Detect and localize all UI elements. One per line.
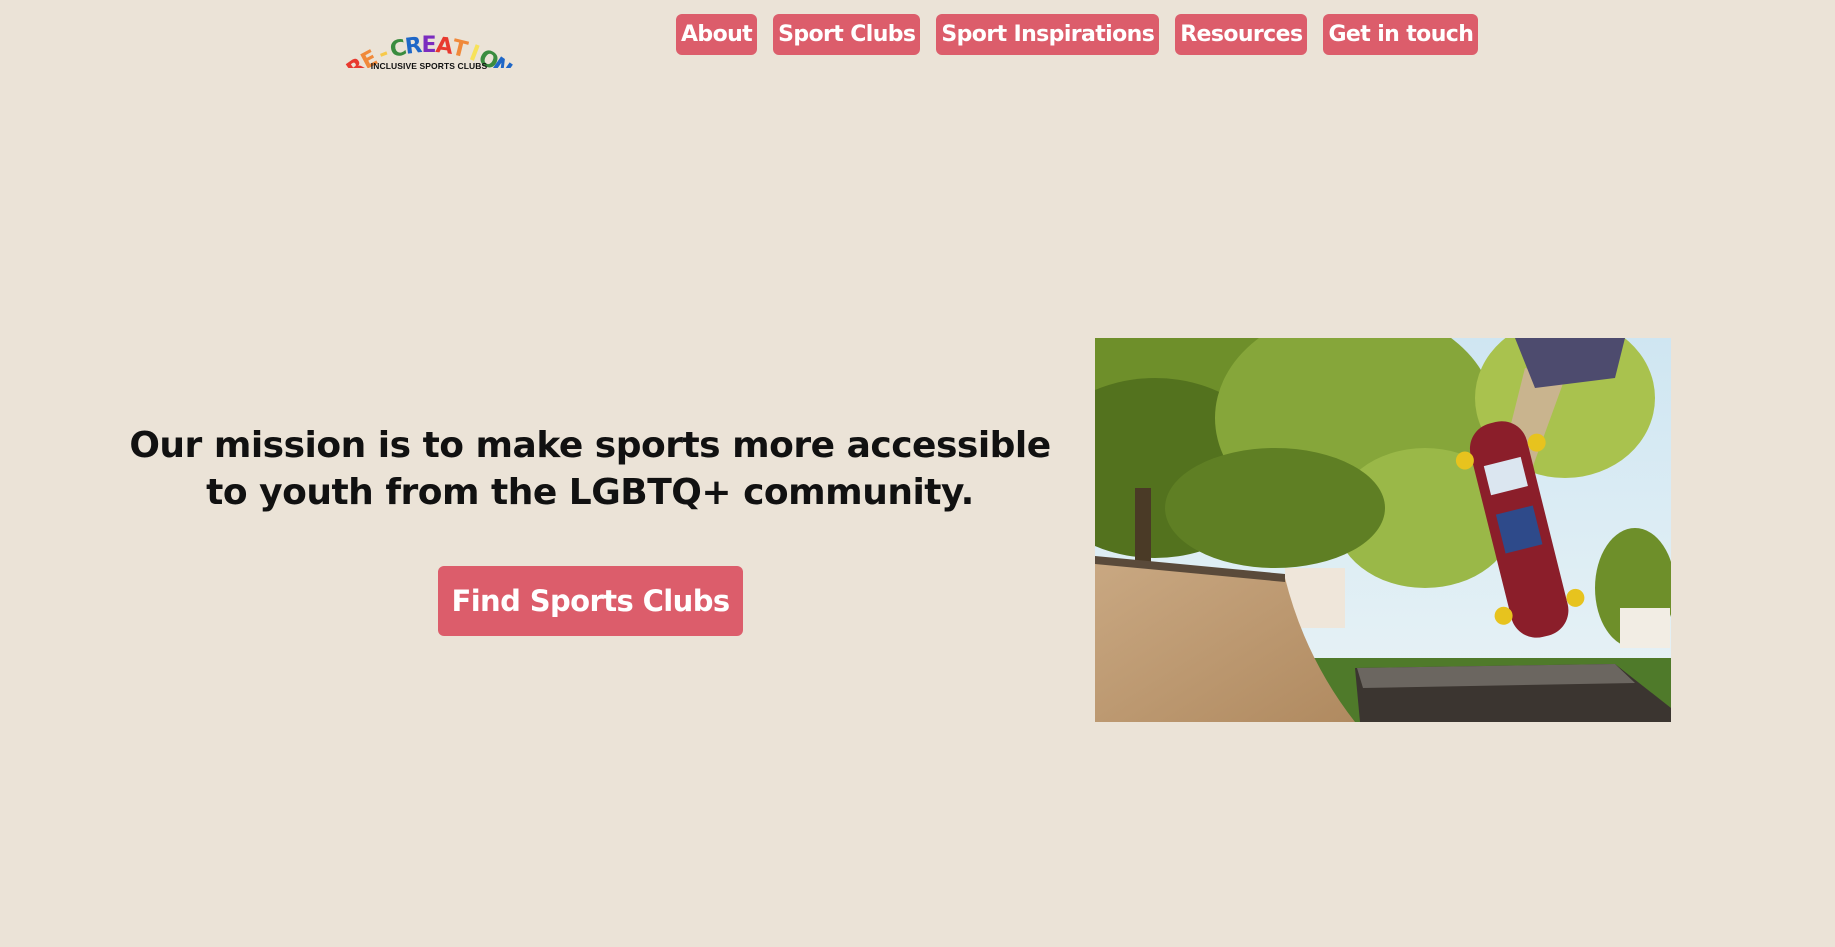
page: RE-CREATION INCLUSIVE SPORTS CLUBS About… [0,0,1835,947]
nav-get-in-touch[interactable]: Get in touch [1323,14,1479,55]
logo-wordmark: RE-CREATION [342,33,516,68]
nav-resources[interactable]: Resources [1175,14,1308,55]
mission-statement: Our mission is to make sports more acces… [100,422,1080,516]
mission-line-1: Our mission is to make sports more acces… [129,425,1051,466]
main-nav: About Sport Clubs Sport Inspirations Res… [676,14,1479,55]
skateboarder-photo [1095,338,1671,722]
nav-sport-inspirations[interactable]: Sport Inspirations [936,14,1160,55]
nav-about[interactable]: About [676,14,758,55]
logo-tagline: INCLUSIVE SPORTS CLUBS [370,61,488,71]
find-sports-clubs-button[interactable]: Find Sports Clubs [438,566,743,636]
mission-line-2: to youth from the LGBTQ+ community. [206,472,974,513]
site-logo[interactable]: RE-CREATION INCLUSIVE SPORTS CLUBS [334,8,524,76]
nav-sport-clubs[interactable]: Sport Clubs [773,14,921,55]
